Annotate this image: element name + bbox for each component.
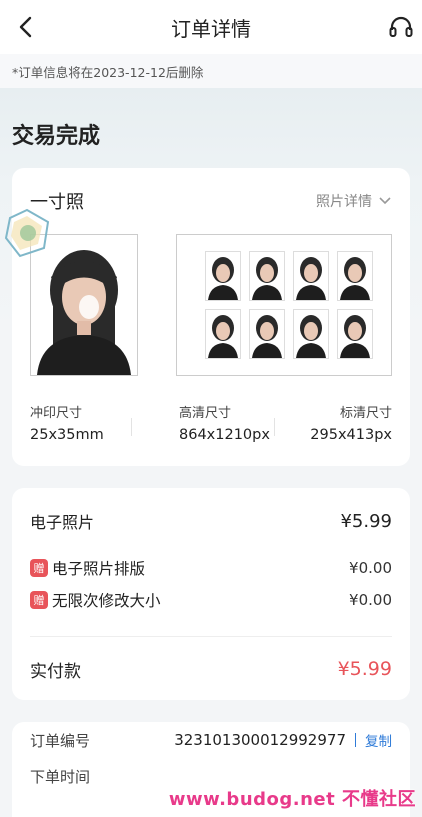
order-time-label: 下单时间: [30, 767, 91, 786]
photo-specs: 冲印尺寸 25x35mm 高清尺寸 864x1210px 标清尺寸 295x41…: [12, 402, 410, 443]
gift-row: 赠 电子照片排版 ¥0.00: [30, 552, 392, 584]
item-price: ¥5.99: [340, 510, 392, 532]
spec-value: 864x1210px: [179, 427, 270, 443]
gift-label: 无限次修改大小: [52, 592, 161, 610]
spec-hd-size: 高清尺寸 864x1210px: [131, 402, 294, 443]
sheet-photo: [337, 251, 373, 301]
paid-label: 实付款: [30, 661, 81, 682]
sheet-photo: [249, 251, 285, 301]
site-watermark: www.budog.net 不懂社区: [168, 789, 416, 810]
order-status: 交易完成: [12, 124, 101, 149]
customer-service-headset-icon[interactable]: [388, 14, 414, 40]
item-label: 电子照片: [30, 513, 95, 532]
sheet-photo: [293, 309, 329, 359]
spec-divider: [131, 418, 132, 436]
gift-label: 电子照片排版: [52, 560, 146, 578]
sheet-photo: [249, 309, 285, 359]
gift-price: ¥0.00: [349, 591, 392, 609]
photo-layout-sheet[interactable]: [176, 234, 392, 376]
spec-label: 标清尺寸: [339, 406, 392, 421]
spec-value: 295x413px: [310, 427, 392, 443]
deletion-notice: *订单信息将在2023-12-12后删除: [0, 54, 422, 88]
spec-print-size: 冲印尺寸 25x35mm: [30, 402, 145, 443]
sheet-photo: [205, 309, 241, 359]
spec-label: 高清尺寸: [179, 406, 232, 421]
order-number-value: 323101300012992977: [174, 731, 346, 749]
photo-detail-toggle[interactable]: 照片详情: [316, 191, 392, 211]
copy-divider: [355, 733, 356, 747]
top-nav-bar: 订单详情: [0, 0, 422, 54]
decorative-sticker-icon: [4, 208, 50, 258]
price-card: 电子照片 ¥5.99 赠 电子照片排版 ¥0.00 赠 无限次修改大小 ¥0.0…: [12, 488, 410, 700]
spec-value: 25x35mm: [30, 427, 104, 443]
sheet-photo: [293, 251, 329, 301]
sheet-photo: [205, 251, 241, 301]
spec-sd-size: 标清尺寸 295x413px: [274, 402, 392, 443]
back-arrow-icon[interactable]: [14, 14, 40, 40]
photo-card: 一寸照 照片详情 冲印尺寸 25x35mm 高清尺寸 864x1210px 标清…: [12, 168, 410, 466]
spec-label: 冲印尺寸: [30, 406, 83, 421]
order-number-label: 订单编号: [30, 731, 91, 750]
photo-detail-label: 照片详情: [316, 194, 372, 210]
spec-divider: [274, 418, 275, 436]
copy-button[interactable]: 复制: [365, 730, 392, 750]
gift-badge-icon: 赠: [30, 591, 48, 609]
gift-row: 赠 无限次修改大小 ¥0.00: [30, 584, 392, 616]
chevron-down-icon: [379, 197, 391, 205]
sheet-photo: [337, 309, 373, 359]
gift-price: ¥0.00: [349, 559, 392, 577]
paid-amount: ¥5.99: [337, 658, 392, 680]
page-title: 订单详情: [171, 16, 251, 41]
gift-badge-icon: 赠: [30, 559, 48, 577]
